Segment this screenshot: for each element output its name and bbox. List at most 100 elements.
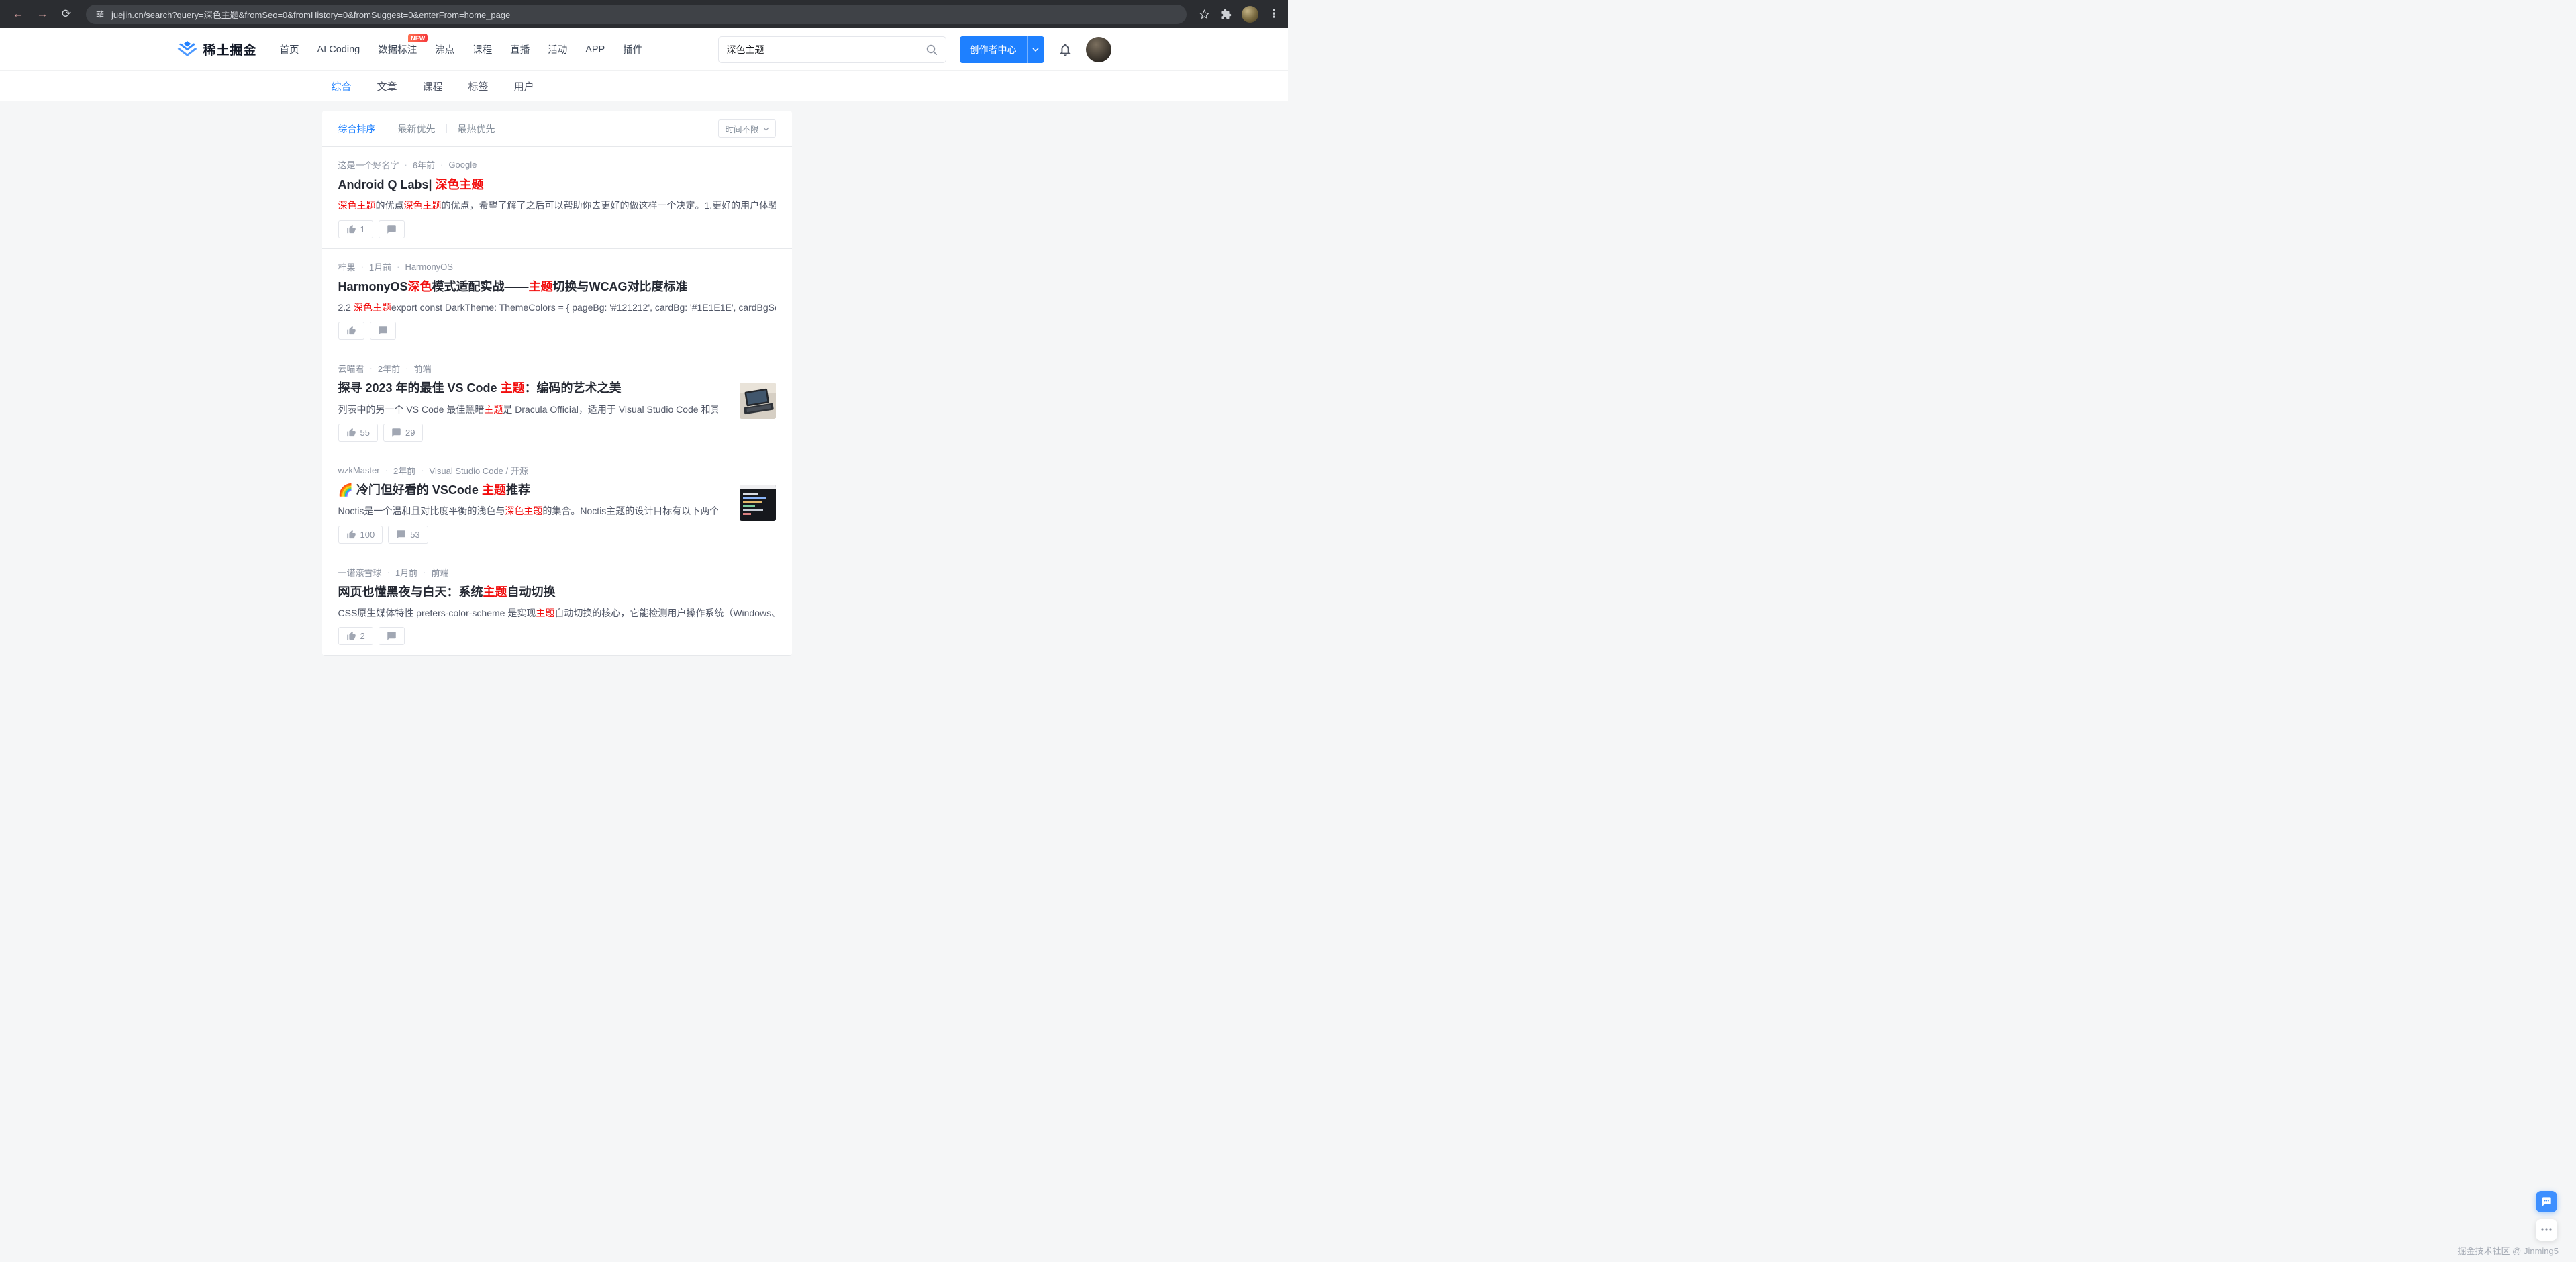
browser-back-icon[interactable]: ←: [8, 4, 28, 24]
result-actions: 2: [338, 627, 776, 645]
title-segment: 🌈 冷门但好看的 VSCode: [338, 483, 482, 497]
comment-button[interactable]: [379, 627, 405, 645]
comment-button[interactable]: 29: [383, 424, 423, 442]
search-tab[interactable]: 课程: [423, 79, 443, 93]
time-filter-dropdown[interactable]: 时间不限: [718, 119, 775, 138]
search-tab[interactable]: 综合: [332, 79, 352, 93]
result-author[interactable]: wzkMaster: [338, 465, 380, 475]
like-button[interactable]: 55: [338, 424, 378, 442]
snippet-segment: CSS原生媒体特性 prefers-color-scheme 是实现: [338, 608, 536, 618]
browser-profile-avatar[interactable]: [1242, 6, 1258, 23]
result-tag[interactable]: 1月前: [395, 566, 417, 579]
result-title[interactable]: 🌈 冷门但好看的 VSCode 主题推荐: [338, 483, 718, 498]
meta-separator: ·: [387, 567, 390, 577]
search-input[interactable]: [727, 44, 920, 55]
search-result-item[interactable]: 云喵君·2年前·前端探寻 2023 年的最佳 VS Code 主题：编码的艺术之…: [322, 350, 792, 452]
result-title[interactable]: 探寻 2023 年的最佳 VS Code 主题：编码的艺术之美: [338, 381, 718, 396]
like-count: 100: [360, 530, 375, 540]
search-button[interactable]: [920, 39, 943, 60]
like-count: 1: [360, 224, 365, 234]
nav-item[interactable]: 数据标注NEW: [378, 42, 417, 56]
browser-toolbar: ← → ⟳ juejin.cn/search?query=深色主题&fromSe…: [0, 0, 1288, 28]
more-button[interactable]: [2536, 1219, 2557, 1241]
result-author[interactable]: 柠果: [338, 260, 356, 273]
nav-item[interactable]: 沸点: [435, 42, 454, 56]
nav-item[interactable]: 插件: [623, 42, 642, 56]
result-tag[interactable]: 1月前: [369, 260, 391, 273]
result-meta: wzkMaster·2年前·Visual Studio Code / 开源: [338, 464, 776, 477]
result-tag[interactable]: 2年前: [378, 362, 400, 375]
nav-item[interactable]: 首页: [280, 42, 299, 56]
page-content: 综合排序最新优先最热优先 时间不限 这是一个好名字·6年前·GoogleAndr…: [0, 101, 1288, 656]
main-nav: 首页 AI Coding 数据标注NEW 沸点 课程 直播 活动 APP 插件: [280, 42, 643, 56]
thumb-up-icon: [346, 224, 356, 234]
search-tab[interactable]: 用户: [514, 79, 534, 93]
creator-center-dropdown[interactable]: [1027, 36, 1044, 63]
sort-option[interactable]: 综合排序: [338, 122, 376, 136]
like-button[interactable]: 100: [338, 526, 383, 544]
browser-menu-icon[interactable]: ⋮: [1269, 7, 1280, 21]
sort-option[interactable]: 最新优先: [398, 122, 436, 136]
search-tab[interactable]: 文章: [377, 79, 397, 93]
result-title[interactable]: HarmonyOS深色模式适配实战——主题切换与WCAG对比度标准: [338, 279, 776, 295]
result-author[interactable]: 一诺滚雪球: [338, 566, 382, 579]
meta-separator: ·: [361, 262, 364, 272]
result-tag[interactable]: 2年前: [393, 464, 415, 477]
result-author[interactable]: 这是一个好名字: [338, 158, 399, 171]
site-settings-icon[interactable]: [95, 9, 105, 19]
meta-separator: ·: [405, 363, 408, 373]
browser-forward-icon[interactable]: →: [32, 4, 52, 24]
creator-center-label[interactable]: 创作者中心: [960, 36, 1027, 63]
like-count: 2: [360, 631, 365, 641]
comment-button[interactable]: [370, 322, 396, 340]
nav-item[interactable]: 直播: [510, 42, 530, 56]
like-button[interactable]: [338, 322, 364, 340]
bookmark-star-icon[interactable]: [1199, 9, 1210, 20]
search-result-item[interactable]: 这是一个好名字·6年前·Google Android Q Labs| 深色主题深色…: [322, 147, 792, 249]
result-tag[interactable]: 前端: [431, 566, 448, 579]
sort-option[interactable]: 最热优先: [458, 122, 495, 136]
search-tab[interactable]: 标签: [468, 79, 489, 93]
user-avatar[interactable]: [1086, 37, 1111, 62]
search-result-item[interactable]: 柠果·1月前·HarmonyOSHarmonyOS深色模式适配实战——主题切换与…: [322, 249, 792, 351]
like-button[interactable]: 2: [338, 627, 373, 645]
result-tag[interactable]: 前端: [413, 362, 431, 375]
site-header: 稀土掘金 首页 AI Coding 数据标注NEW 沸点 课程 直播 活动 APP 插件 创作者…: [0, 28, 1288, 71]
chat-bubble-icon: [2541, 1196, 2552, 1207]
result-tag[interactable]: HarmonyOS: [405, 262, 453, 272]
chevron-down-icon: [763, 127, 769, 131]
nav-item[interactable]: 活动: [548, 42, 567, 56]
result-author[interactable]: 云喵君: [338, 362, 364, 375]
results-list: 这是一个好名字·6年前·GoogleAndroid Q Labs| 深色主题深色…: [322, 147, 792, 656]
result-tag[interactable]: 6年前: [413, 158, 435, 171]
nav-item[interactable]: APP: [585, 44, 605, 55]
juejin-logo[interactable]: 稀土掘金: [177, 40, 257, 58]
browser-address-bar[interactable]: juejin.cn/search?query=深色主题&fromSeo=0&fr…: [86, 5, 1187, 24]
nav-item[interactable]: AI Coding: [317, 44, 360, 55]
notifications-bell-icon[interactable]: [1058, 42, 1073, 57]
result-snippet: 2.2 深色主题export const DarkTheme: ThemeCol…: [338, 301, 776, 314]
like-button[interactable]: 1: [338, 220, 373, 238]
search-result-item[interactable]: 一诺滚雪球·1月前·前端网页也懂黑夜与白天：系统主题自动切换CSS原生媒体特性 …: [322, 554, 792, 657]
browser-refresh-icon[interactable]: ⟳: [56, 4, 77, 24]
feedback-button[interactable]: [2536, 1191, 2557, 1212]
title-segment: 深色主题: [436, 178, 484, 191]
title-segment: 模式适配实战——: [432, 280, 529, 293]
result-title[interactable]: Android Q Labs| 深色主题: [338, 177, 776, 193]
result-title[interactable]: 网页也懂黑夜与白天：系统主题自动切换: [338, 585, 776, 600]
result-meta: 这是一个好名字·6年前·Google: [338, 158, 776, 171]
title-segment: 探寻 2023 年的最佳 VS Code: [338, 381, 501, 395]
thumb-up-icon: [346, 326, 356, 336]
comment-button[interactable]: 53: [388, 526, 428, 544]
result-tag[interactable]: Visual Studio Code / 开源: [430, 464, 528, 477]
result-actions: 1: [338, 220, 776, 238]
search-result-item[interactable]: wzkMaster·2年前·Visual Studio Code / 开源 🌈 冷…: [322, 452, 792, 554]
result-tag[interactable]: Google: [448, 160, 477, 170]
extensions-icon[interactable]: [1220, 9, 1232, 20]
new-badge: NEW: [408, 34, 428, 42]
search-tabs: 综合 文章 课程 标签 用户: [0, 71, 1288, 101]
logo-text: 稀土掘金: [203, 40, 257, 58]
result-meta: 柠果·1月前·HarmonyOS: [338, 260, 776, 273]
nav-item[interactable]: 课程: [473, 42, 492, 56]
comment-button[interactable]: [379, 220, 405, 238]
